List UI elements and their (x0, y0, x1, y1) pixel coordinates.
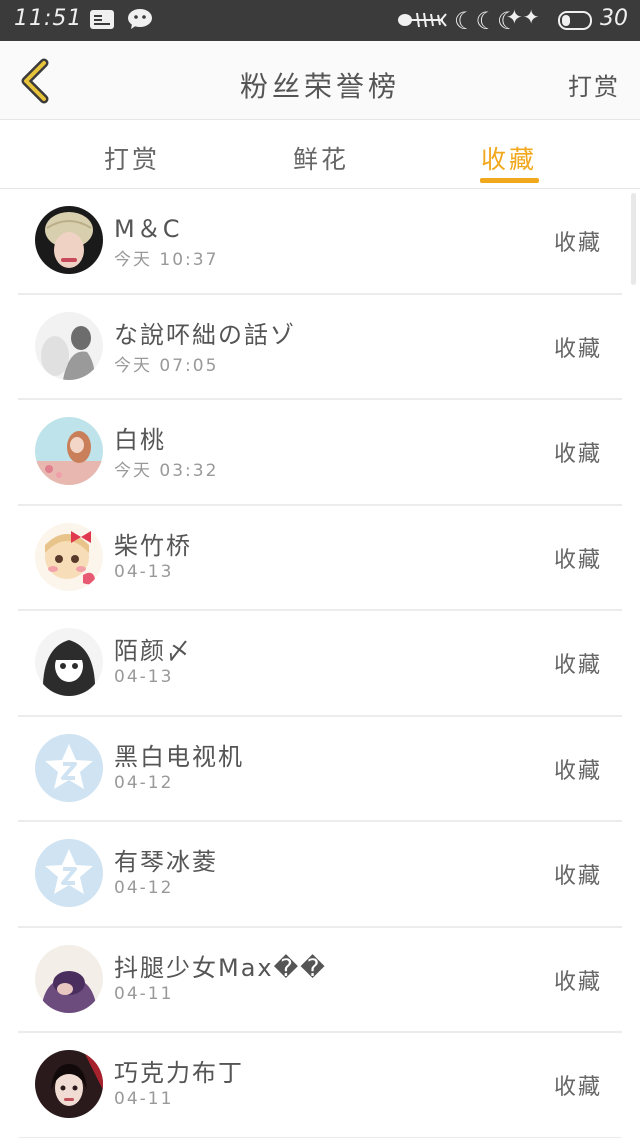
list-item[interactable]: 陌颜〆 04-13 收藏 (18, 611, 622, 717)
fan-name: 柴竹桥 (114, 531, 192, 560)
fan-name: な說吥絀の話ゾ (114, 320, 296, 349)
message-notification-icon (90, 10, 114, 29)
fan-name: 抖腿少女Max�� (114, 953, 327, 982)
fan-time: 04-13 (114, 561, 174, 582)
active-tab-indicator (480, 178, 539, 183)
avatar (35, 628, 103, 696)
action-label: 收藏 (553, 1075, 602, 1100)
reward-button[interactable]: 打赏 (568, 67, 620, 102)
wechat-icon (128, 9, 152, 29)
avatar (35, 206, 103, 274)
list-item[interactable]: 黑白电视机 04-12 收藏 (18, 717, 622, 822)
fan-time: 今天 07:05 (114, 355, 219, 376)
fan-time: 04-12 (114, 772, 174, 793)
tab-reward[interactable]: 打赏 (104, 140, 160, 176)
list-item[interactable]: 有琴冰菱 04-12 收藏 (18, 822, 622, 928)
list-item[interactable]: M＆C 今天 10:37 收藏 (18, 189, 622, 295)
avatar (35, 522, 103, 591)
default-avatar-star-icon (35, 839, 103, 907)
action-label: 收藏 (553, 336, 602, 362)
page-title: 粉丝荣誉榜 (239, 70, 400, 103)
avatar (35, 944, 103, 1013)
list-item[interactable]: 白桃 今天 03:32 收藏 (18, 400, 622, 506)
fan-name: 白桃 (114, 426, 166, 454)
fan-time: 04-11 (114, 1089, 174, 1109)
tab-favorites[interactable]: 收藏 (481, 140, 537, 176)
fishbone-icon (398, 12, 447, 28)
status-bar: 11:51 ☾☾☾ ✦✦ 30 (0, 0, 640, 41)
network-4g-icon: ✦✦ (506, 5, 540, 29)
avatar (35, 311, 103, 380)
list-item[interactable]: 柴竹桥 04-13 收藏 (18, 506, 622, 611)
battery-icon (558, 11, 592, 30)
status-time: 11:51 (14, 6, 83, 31)
action-label: 收藏 (553, 442, 602, 467)
action-label: 收藏 (553, 864, 602, 889)
list-item[interactable]: 巧克力布丁 04-11 收藏 (18, 1033, 622, 1138)
list-item[interactable]: な說吥絀の話ゾ 今天 07:05 收藏 (18, 295, 622, 400)
avatar (35, 1050, 103, 1118)
default-avatar-star-icon (35, 733, 103, 802)
action-label: 收藏 (553, 653, 602, 678)
fan-time: 今天 10:37 (114, 250, 219, 270)
fan-name: 有琴冰菱 (114, 848, 218, 876)
list-item[interactable]: 抖腿少女Max�� 04-11 收藏 (18, 928, 622, 1033)
nav-header: 粉丝荣誉榜 打赏 (0, 41, 640, 120)
fan-name: M＆C (114, 215, 182, 243)
action-label: 收藏 (553, 969, 602, 995)
battery-level: 30 (600, 6, 628, 31)
tab-bar: 打赏 鲜花 收藏 (0, 120, 640, 189)
fan-time: 04-12 (114, 878, 174, 898)
fan-time: 04-11 (114, 983, 174, 1004)
fan-list: M＆C 今天 10:37 收藏 な說吥絀の話ゾ 今天 07:05 收藏 白桃 今… (0, 189, 640, 1138)
fan-time: 04-13 (114, 667, 174, 687)
action-label: 收藏 (553, 547, 602, 573)
avatar (35, 417, 103, 485)
fan-name: 陌颜〆 (114, 637, 192, 665)
scrollbar[interactable] (631, 193, 636, 285)
fan-name: 巧克力布丁 (114, 1059, 244, 1087)
tab-flowers[interactable]: 鲜花 (293, 140, 349, 176)
action-label: 收藏 (553, 758, 602, 784)
fan-name: 黑白电视机 (114, 742, 244, 771)
action-label: 收藏 (553, 231, 602, 256)
fan-time: 今天 03:32 (114, 461, 219, 481)
